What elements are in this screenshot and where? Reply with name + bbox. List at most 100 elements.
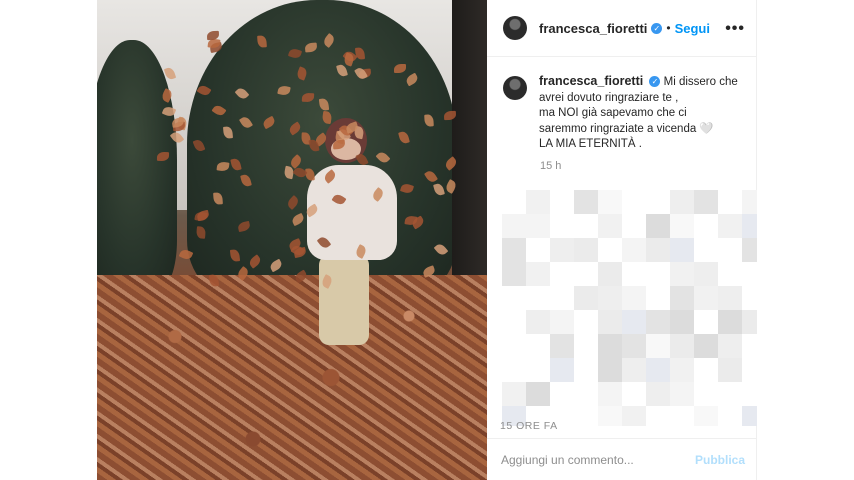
blur-block bbox=[646, 358, 670, 382]
blur-block bbox=[550, 334, 574, 358]
blur-block bbox=[574, 238, 598, 262]
blur-block bbox=[502, 262, 526, 286]
blur-block bbox=[622, 214, 646, 238]
blur-block bbox=[622, 406, 646, 426]
photo-child-legs bbox=[319, 255, 369, 345]
blur-block bbox=[670, 190, 694, 214]
caption-username[interactable]: francesca_fioretti bbox=[539, 74, 643, 88]
caption-text: francesca_fioretti ✓ Mi dissero che avre… bbox=[539, 74, 738, 153]
blur-block bbox=[694, 262, 718, 286]
blur-block bbox=[742, 334, 757, 358]
blur-block bbox=[646, 382, 670, 406]
blur-block bbox=[598, 238, 622, 262]
blur-block bbox=[622, 310, 646, 334]
blur-block bbox=[718, 286, 742, 310]
post-caption: francesca_fioretti ✓ Mi dissero che avre… bbox=[503, 74, 743, 153]
photo-leaves-ground bbox=[97, 275, 487, 480]
blur-block bbox=[694, 334, 718, 358]
caption-line-3: ma NOI già sapevamo che ci bbox=[539, 107, 687, 119]
blur-block bbox=[718, 382, 742, 406]
blur-block bbox=[646, 262, 670, 286]
blur-block bbox=[550, 382, 574, 406]
separator-dot: • bbox=[666, 21, 671, 35]
blur-block bbox=[550, 238, 574, 262]
blur-block bbox=[502, 238, 526, 262]
blur-block bbox=[502, 382, 526, 406]
post-timestamp: 15 ORE FA bbox=[500, 420, 558, 432]
blur-block bbox=[646, 310, 670, 334]
blur-block bbox=[598, 334, 622, 358]
blur-block bbox=[574, 310, 598, 334]
blur-block bbox=[574, 382, 598, 406]
blur-block bbox=[550, 262, 574, 286]
blur-block bbox=[646, 190, 670, 214]
caption-avatar[interactable] bbox=[503, 76, 527, 100]
follow-button[interactable]: Segui bbox=[675, 21, 710, 36]
blur-block bbox=[526, 382, 550, 406]
blur-block bbox=[502, 286, 526, 310]
blur-block bbox=[742, 238, 757, 262]
caption-line-2: avrei dovuto ringraziare te , bbox=[539, 91, 679, 104]
publish-button[interactable]: Pubblica bbox=[695, 453, 745, 467]
blur-block bbox=[718, 310, 742, 334]
blur-block bbox=[526, 262, 550, 286]
blur-block bbox=[694, 214, 718, 238]
blur-block bbox=[502, 190, 526, 214]
header-username[interactable]: francesca_fioretti bbox=[539, 21, 647, 36]
blur-block bbox=[502, 334, 526, 358]
blur-block bbox=[574, 214, 598, 238]
blur-block bbox=[742, 310, 757, 334]
blur-block bbox=[574, 190, 598, 214]
blur-block bbox=[598, 382, 622, 406]
blur-block bbox=[694, 238, 718, 262]
more-options-icon[interactable]: ••• bbox=[725, 20, 745, 38]
blur-block bbox=[670, 310, 694, 334]
blur-block bbox=[526, 214, 550, 238]
avatar[interactable] bbox=[503, 16, 527, 40]
blur-block bbox=[694, 310, 718, 334]
blur-block bbox=[622, 334, 646, 358]
post-photo[interactable] bbox=[97, 0, 487, 480]
caption-line-1: Mi dissero che bbox=[663, 76, 738, 88]
blur-block bbox=[670, 238, 694, 262]
photo-bush-left bbox=[97, 40, 177, 290]
verified-badge-icon: ✓ bbox=[651, 22, 663, 34]
add-comment-bar: Pubblica bbox=[487, 438, 757, 480]
verified-badge-icon: ✓ bbox=[649, 76, 661, 88]
blur-block bbox=[742, 190, 757, 214]
blur-block bbox=[574, 262, 598, 286]
blur-block bbox=[718, 238, 742, 262]
blur-block bbox=[598, 310, 622, 334]
blur-block bbox=[646, 286, 670, 310]
blur-block bbox=[622, 382, 646, 406]
blur-block bbox=[646, 214, 670, 238]
blur-block bbox=[670, 382, 694, 406]
blur-block bbox=[670, 358, 694, 382]
blur-block bbox=[718, 214, 742, 238]
blur-block bbox=[574, 358, 598, 382]
comment-input[interactable] bbox=[501, 452, 695, 467]
blur-block bbox=[670, 262, 694, 286]
blur-block bbox=[694, 406, 718, 426]
caption-timestamp: 15 h bbox=[540, 160, 562, 172]
blur-block bbox=[718, 334, 742, 358]
blur-block bbox=[622, 262, 646, 286]
blur-block bbox=[670, 214, 694, 238]
caption-line-5: LA MIA ETERNITÀ . bbox=[539, 138, 642, 150]
blur-block bbox=[622, 358, 646, 382]
blur-block bbox=[598, 406, 622, 426]
blur-block bbox=[694, 190, 718, 214]
blur-block bbox=[718, 262, 742, 286]
blur-block bbox=[526, 310, 550, 334]
blur-block bbox=[622, 286, 646, 310]
blur-block bbox=[598, 286, 622, 310]
blur-block bbox=[718, 190, 742, 214]
post-header: francesca_fioretti ✓ • Segui ••• bbox=[487, 0, 757, 57]
blur-block bbox=[670, 334, 694, 358]
blur-block bbox=[574, 286, 598, 310]
blur-block bbox=[598, 190, 622, 214]
blur-block bbox=[718, 406, 742, 426]
blur-block bbox=[718, 358, 742, 382]
blur-block bbox=[742, 286, 757, 310]
blur-block bbox=[694, 286, 718, 310]
